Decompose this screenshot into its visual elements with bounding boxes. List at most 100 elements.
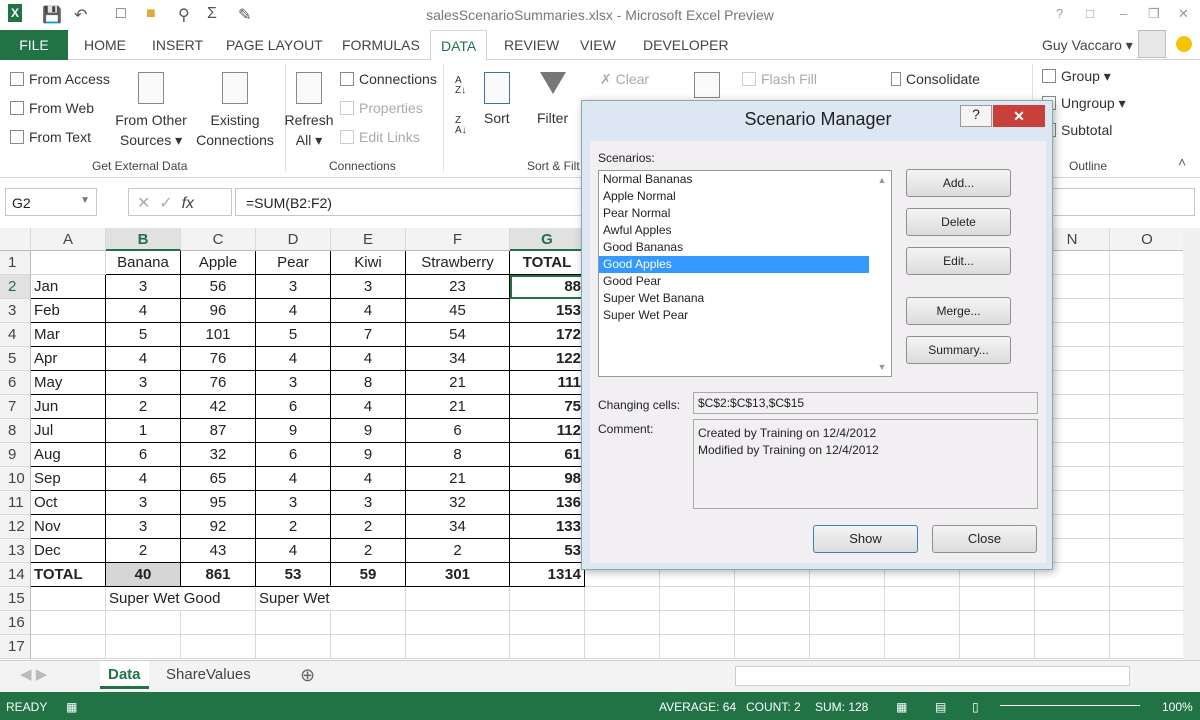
column-header-a[interactable]: A <box>31 228 106 251</box>
cell-g14[interactable]: 1314 <box>510 563 585 587</box>
from-text-button[interactable]: From Text <box>10 129 91 145</box>
add-button[interactable]: Add... <box>906 169 1011 197</box>
cell-b5[interactable]: 4 <box>106 347 181 371</box>
cell-b1[interactable]: Banana <box>106 251 181 275</box>
tab-developer[interactable]: DEVELOPER <box>633 30 739 60</box>
cell-m15[interactable] <box>960 587 1035 611</box>
cell-a11[interactable]: Oct <box>31 491 106 515</box>
cell-a14[interactable]: TOTAL <box>31 563 106 587</box>
cell-g17[interactable] <box>510 635 585 659</box>
cell-e7[interactable]: 4 <box>331 395 406 419</box>
cell-d1[interactable]: Pear <box>256 251 331 275</box>
sheet-tab-data[interactable]: Data <box>100 661 149 689</box>
row-header[interactable]: 15 <box>0 587 31 611</box>
summary-button[interactable]: Summary... <box>906 336 1011 364</box>
cell-g15[interactable] <box>510 587 585 611</box>
cell-j16[interactable] <box>735 611 810 635</box>
cell-f6[interactable]: 21 <box>406 371 510 395</box>
normal-view-icon[interactable]: ▦ <box>896 700 907 714</box>
flash-fill-button[interactable]: Flash Fill <box>742 71 817 87</box>
cell-l15[interactable] <box>885 587 960 611</box>
cell-f1[interactable]: Strawberry <box>406 251 510 275</box>
cell-o8[interactable] <box>1110 419 1185 443</box>
cell-o13[interactable] <box>1110 539 1185 563</box>
cell-l17[interactable] <box>885 635 960 659</box>
cell-o6[interactable] <box>1110 371 1185 395</box>
cell-a3[interactable]: Feb <box>31 299 106 323</box>
cell-f17[interactable] <box>406 635 510 659</box>
cell-h15[interactable] <box>585 587 660 611</box>
cell-o1[interactable] <box>1110 251 1185 275</box>
name-box[interactable]: G2 ▼ <box>5 188 97 216</box>
cell-a17[interactable] <box>31 635 106 659</box>
cancel-icon[interactable]: ✕ <box>137 195 150 212</box>
cell-n16[interactable] <box>1035 611 1110 635</box>
cell-d14[interactable]: 53 <box>256 563 331 587</box>
cell-o7[interactable] <box>1110 395 1185 419</box>
help-icon[interactable]: ? <box>1056 6 1063 21</box>
row-header[interactable]: 7 <box>0 395 31 419</box>
filter-button[interactable]: Filter <box>537 110 568 126</box>
tab-view[interactable]: VIEW <box>570 30 626 60</box>
ungroup-button[interactable]: Ungroup ▾ <box>1042 95 1126 112</box>
cell-f5[interactable]: 34 <box>406 347 510 371</box>
from-access-button[interactable]: From Access <box>10 71 110 87</box>
tab-page-layout[interactable]: PAGE LAYOUT <box>216 30 333 60</box>
cell-i17[interactable] <box>660 635 735 659</box>
cell-g9[interactable]: 61 <box>510 443 585 467</box>
cell-o5[interactable] <box>1110 347 1185 371</box>
cell-g12[interactable]: 133 <box>510 515 585 539</box>
consolidate-button[interactable]: Consolidate <box>891 71 980 87</box>
zoom-level[interactable]: 100% <box>1162 700 1193 714</box>
cell-e2[interactable]: 3 <box>331 275 406 299</box>
cell-d16[interactable] <box>256 611 331 635</box>
cell-b8[interactable]: 1 <box>106 419 181 443</box>
macro-record-icon[interactable]: ▦ <box>66 700 77 714</box>
row-header[interactable]: 14 <box>0 563 31 587</box>
cell-a15[interactable] <box>31 587 106 611</box>
cell-f10[interactable]: 21 <box>406 467 510 491</box>
column-header-e[interactable]: E <box>331 228 406 251</box>
from-other-sources-button[interactable]: From Other Sources ▾ <box>113 110 189 150</box>
cell-g16[interactable] <box>510 611 585 635</box>
row-header[interactable]: 1 <box>0 251 31 275</box>
cell-d2[interactable]: 3 <box>256 275 331 299</box>
cell-k17[interactable] <box>810 635 885 659</box>
cell-b2[interactable]: 3 <box>106 275 181 299</box>
cell-b4[interactable]: 5 <box>106 323 181 347</box>
cell-f15[interactable] <box>406 587 510 611</box>
cell-g7[interactable]: 75 <box>510 395 585 419</box>
close-dialog-icon[interactable]: ✕ <box>993 105 1045 127</box>
cell-g10[interactable]: 98 <box>510 467 585 491</box>
row-header[interactable]: 6 <box>0 371 31 395</box>
avatar[interactable] <box>1138 30 1166 58</box>
row-header[interactable]: 8 <box>0 419 31 443</box>
close-button[interactable]: Close <box>932 525 1037 553</box>
cell-g1[interactable]: TOTAL <box>510 251 585 275</box>
add-sheet-icon[interactable]: ⊕ <box>292 661 323 689</box>
group-button[interactable]: Group ▾ <box>1042 68 1111 85</box>
cell-b10[interactable]: 4 <box>106 467 181 491</box>
from-web-button[interactable]: From Web <box>10 100 94 116</box>
page-break-view-icon[interactable]: ▯ <box>972 700 979 714</box>
scenario-list-item[interactable]: Super Wet Pear <box>599 307 869 324</box>
cell-d7[interactable]: 6 <box>256 395 331 419</box>
cell-f16[interactable] <box>406 611 510 635</box>
cell-o14[interactable] <box>1110 563 1185 587</box>
cell-c11[interactable]: 95 <box>181 491 256 515</box>
cell-c10[interactable]: 65 <box>181 467 256 491</box>
cell-f2[interactable]: 23 <box>406 275 510 299</box>
horizontal-scrollbar[interactable] <box>735 666 1130 686</box>
cell-c6[interactable]: 76 <box>181 371 256 395</box>
cell-b12[interactable]: 3 <box>106 515 181 539</box>
cell-g3[interactable]: 153 <box>510 299 585 323</box>
row-header[interactable]: 3 <box>0 299 31 323</box>
edit-button[interactable]: Edit... <box>906 247 1011 275</box>
scenario-list-item[interactable]: Super Wet Banana <box>599 290 869 307</box>
cell-e1[interactable]: Kiwi <box>331 251 406 275</box>
scenario-list-item[interactable]: Good Apples <box>599 256 869 273</box>
merge-button[interactable]: Merge... <box>906 297 1011 325</box>
sort-a-z-button[interactable]: A Z↓ <box>455 76 466 96</box>
cell-e16[interactable] <box>331 611 406 635</box>
cell-m17[interactable] <box>960 635 1035 659</box>
